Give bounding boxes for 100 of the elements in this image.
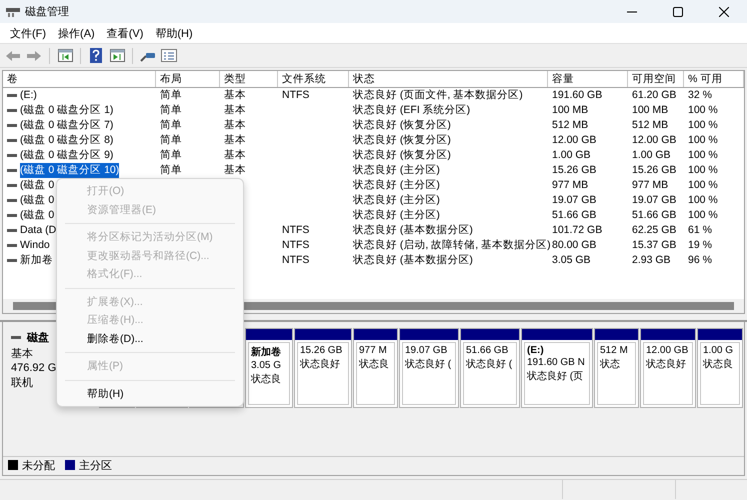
maximize-icon	[673, 6, 683, 16]
table-cell: 基本	[224, 88, 246, 103]
disk-icon	[6, 6, 20, 18]
table-cell: 1.00 GB	[632, 148, 671, 163]
table-cell: 12.00 GB	[552, 133, 596, 148]
table-cell: 简单	[160, 163, 182, 178]
table-cell: 基本	[224, 133, 246, 148]
table-cell: (磁盘 0	[20, 193, 54, 208]
table-cell: 19.07 GB	[632, 193, 676, 208]
partition-block[interactable]: 15.26 GB 状态良好	[294, 328, 352, 408]
column-header[interactable]: 卷	[3, 71, 156, 87]
partition-status: 状态	[600, 358, 621, 371]
table-cell: Data (D	[20, 223, 56, 238]
volume-icon	[7, 124, 17, 127]
table-cell: 51.66 GB	[552, 208, 596, 223]
partition-header-bar	[400, 329, 458, 340]
volume-icon	[7, 259, 17, 262]
column-header[interactable]: 可用空间	[628, 71, 684, 87]
table-cell: 19 %	[688, 238, 712, 253]
table-cell: 1.00 GB	[552, 148, 591, 163]
menu-item[interactable]: 帮助(H)	[149, 26, 199, 40]
table-cell: 100 %	[688, 208, 718, 223]
partition-header-bar	[246, 329, 292, 340]
volume-icon	[7, 94, 17, 97]
legend-label: 未分配	[22, 458, 55, 472]
partition-block[interactable]: 12.00 GB 状态良好	[640, 328, 696, 408]
table-cell: (E:)	[20, 88, 37, 103]
menu-item[interactable]: 帮助(H)	[57, 384, 243, 403]
toolbar-button[interactable]	[108, 46, 126, 64]
table-cell: 512 MB	[552, 118, 588, 133]
partition-status: 状态良	[251, 372, 282, 386]
partition-block[interactable]: 977 M 状态良	[353, 328, 398, 408]
table-cell: 状态良好 (页面文件, 基本数据分区)	[353, 88, 523, 103]
column-header[interactable]: 容量	[548, 71, 628, 87]
toolbar-button[interactable]	[87, 46, 105, 64]
help-icon	[90, 48, 102, 63]
partition-block[interactable]: 新加卷 3.05 G 状态良	[245, 328, 293, 408]
partition-header-bar	[522, 329, 592, 340]
panel-icon	[58, 49, 72, 62]
partition-header-bar	[354, 329, 397, 340]
menu-item[interactable]: 删除卷(D)...	[57, 330, 243, 348]
partition-header-bar	[641, 329, 695, 340]
table-cell: 简单	[160, 133, 182, 148]
toolbar-button[interactable]	[160, 46, 178, 64]
table-cell: NTFS	[282, 88, 310, 103]
column-header[interactable]: 类型	[220, 71, 278, 87]
table-cell: 简单	[160, 118, 182, 133]
list-icon	[161, 49, 177, 62]
partition-status: 状态良好	[300, 358, 341, 371]
table-cell: 基本	[224, 163, 246, 178]
partition-block[interactable]: 512 M 状态	[594, 328, 639, 408]
close-icon	[719, 6, 729, 16]
column-header[interactable]: 文件系统	[278, 71, 349, 87]
table-cell: 32 %	[688, 88, 712, 103]
table-cell: 61 %	[688, 223, 712, 238]
partition-size: 51.66 GB	[466, 345, 510, 356]
table-cell: 977 MB	[632, 178, 668, 193]
menu-item[interactable]: 查看(V)	[100, 26, 150, 40]
volume-icon	[7, 154, 17, 157]
partition-block[interactable]: 51.66 GB 状态良好 (	[460, 328, 520, 408]
partition-block[interactable]: (E:) 191.60 GB N 状态良好 (页	[521, 328, 593, 408]
volume-icon	[7, 139, 17, 142]
table-cell: 100 %	[688, 148, 718, 163]
table-cell: 100 %	[688, 193, 718, 208]
volume-icon	[7, 169, 17, 172]
table-cell: 100 %	[688, 118, 718, 133]
partition-size: 3.05 G	[251, 360, 282, 371]
table-cell: 状态良好 (恢复分区)	[353, 118, 451, 133]
table-cell: 状态良好 (主分区)	[353, 163, 440, 178]
table-cell: 基本	[224, 103, 246, 118]
column-header[interactable]: % 可用	[684, 71, 744, 87]
table-cell: 状态良好 (基本数据分区)	[353, 223, 473, 238]
table-cell: 100 %	[688, 178, 718, 193]
table-cell: 100 MB	[552, 103, 588, 118]
partition-name: 新加卷	[251, 345, 282, 359]
table-cell: 基本	[224, 148, 246, 163]
table-cell: 512 MB	[632, 118, 668, 133]
toolbar-button[interactable]	[56, 46, 74, 64]
table-cell: NTFS	[282, 238, 310, 253]
table-cell: 96 %	[688, 253, 712, 268]
partition-block[interactable]: 1.00 G 状态良	[697, 328, 743, 408]
menu-item[interactable]: 文件(F)	[4, 26, 52, 40]
table-cell: 61.20 GB	[632, 88, 676, 103]
volume-icon	[7, 229, 17, 232]
table-cell: 100 MB	[632, 103, 668, 118]
partition-block[interactable]: 19.07 GB 状态良好 (	[399, 328, 459, 408]
table-cell: 191.60 GB	[552, 88, 602, 103]
table-cell: 简单	[160, 88, 182, 103]
table-cell: 80.00 GB	[552, 238, 596, 253]
table-cell: 51.66 GB	[632, 208, 676, 223]
back-arrow-icon	[5, 50, 21, 62]
table-cell: (磁盘 0	[20, 208, 54, 223]
partition-status: 状态良好 (	[466, 358, 514, 371]
menu-item[interactable]: 操作(A)	[52, 26, 101, 40]
forward-arrow-icon	[26, 50, 42, 62]
column-header[interactable]: 状态	[349, 71, 548, 87]
table-cell: 100 %	[688, 163, 718, 178]
table-cell: (磁盘 0 磁盘分区 10)	[20, 163, 120, 178]
column-header[interactable]: 布局	[156, 71, 220, 87]
table-cell: 15.37 GB	[632, 238, 676, 253]
